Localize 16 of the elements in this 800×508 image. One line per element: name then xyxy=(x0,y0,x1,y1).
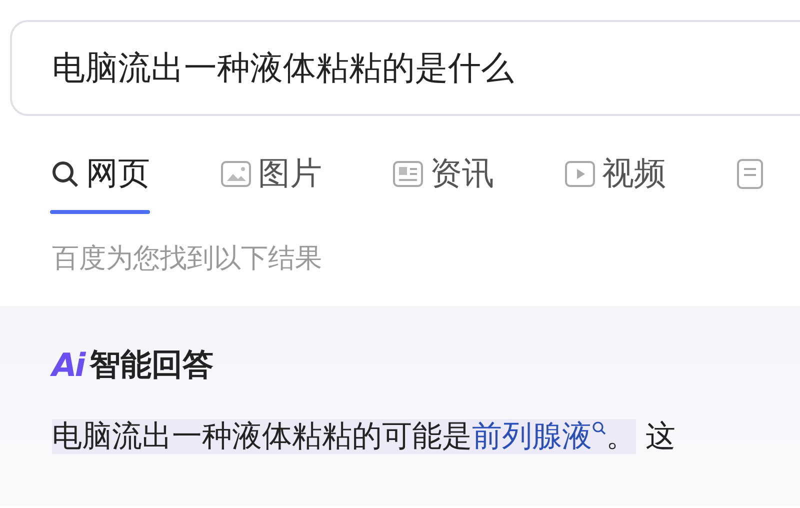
result-count: 百度为您找到以下结果 xyxy=(52,242,323,276)
search-field[interactable]: 电脑流出一种液体粘粘的是什么 xyxy=(10,20,800,116)
tab[interactable]: 资讯 xyxy=(392,152,494,214)
answer-title: 智能回答 xyxy=(90,346,214,385)
image-icon xyxy=(220,160,252,188)
answer-text: 电脑流出一种液体粘粘的可能是前列腺液 。 这 xyxy=(52,418,677,456)
search-icon xyxy=(50,159,80,189)
search-icon xyxy=(592,421,606,435)
tab[interactable]: 图片 xyxy=(220,152,322,214)
ai-logo: Ai xyxy=(52,346,84,384)
news-icon xyxy=(392,160,424,188)
answer-link[interactable]: 前列腺液 xyxy=(472,419,606,454)
document-icon xyxy=(736,158,764,190)
play-icon xyxy=(564,160,596,188)
tab[interactable]: 网页 xyxy=(50,152,150,214)
tab[interactable]: 视频 xyxy=(564,152,666,214)
